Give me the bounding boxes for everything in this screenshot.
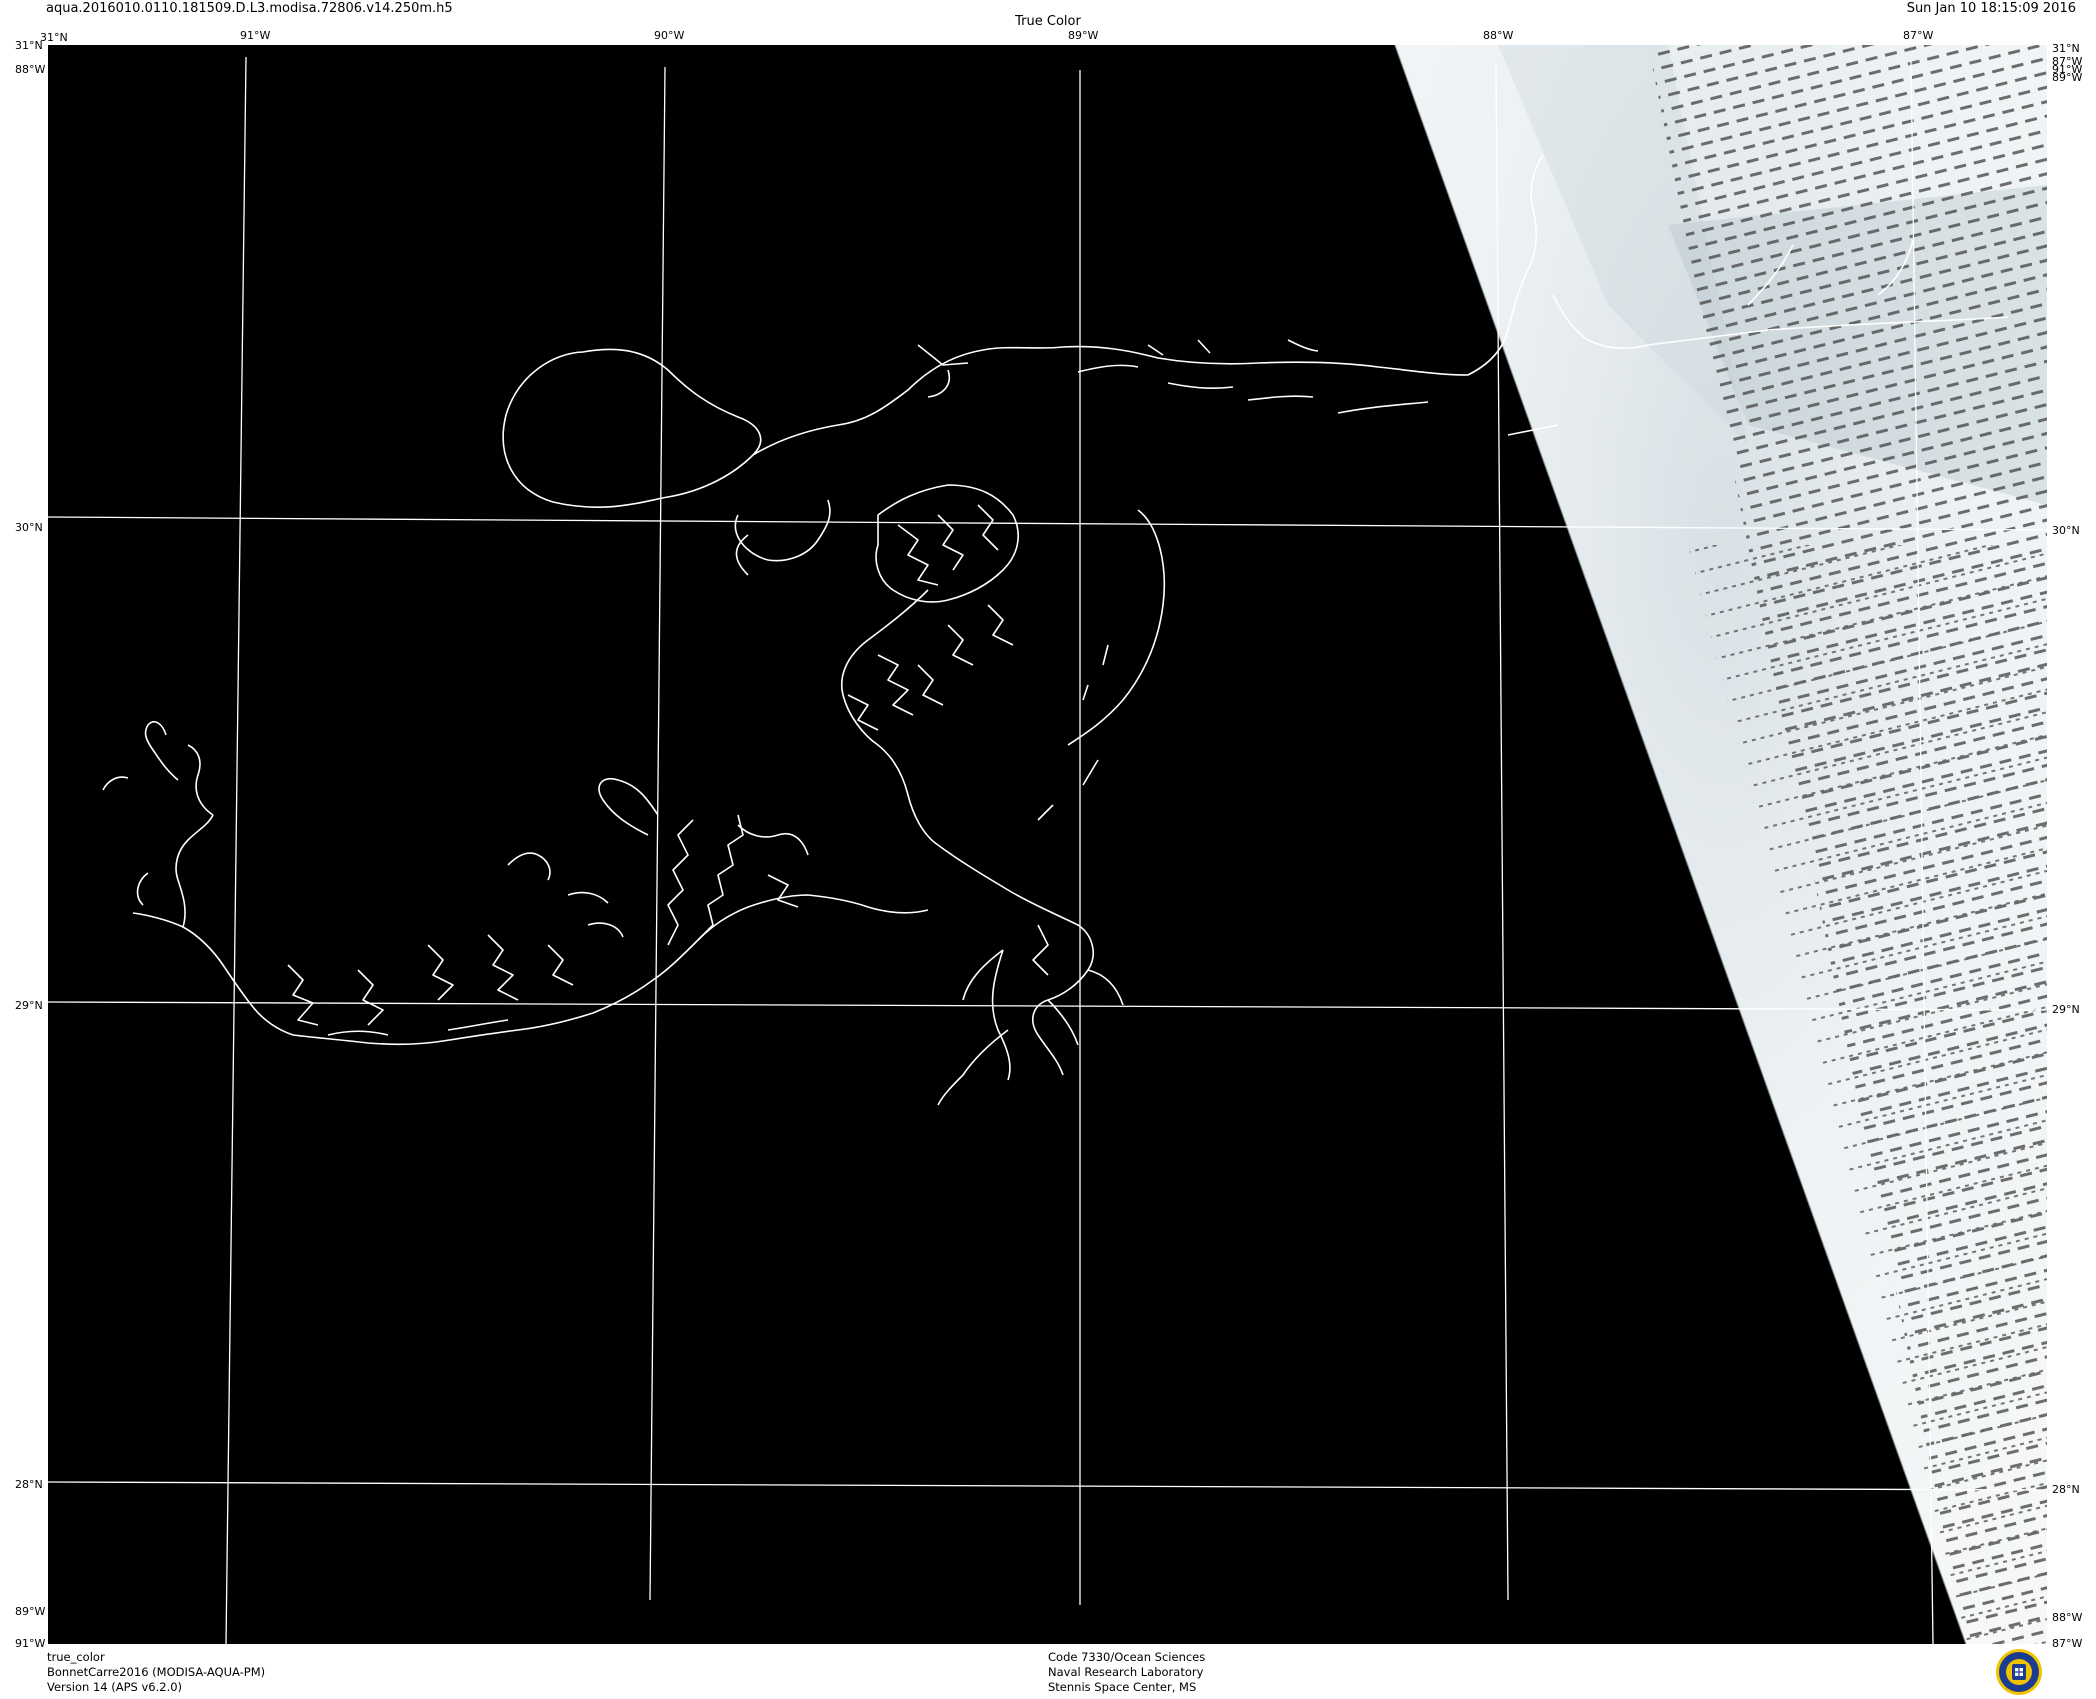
lon-line-90w xyxy=(649,66,666,1601)
cloud-swath xyxy=(1394,45,2047,1644)
tick-left-29n: 29°N xyxy=(15,999,43,1012)
nrl-seal-icon xyxy=(1996,1649,2042,1695)
tick-bottom-91w: 91°W xyxy=(15,1637,46,1650)
lon-line-91w xyxy=(225,56,247,1644)
tick-top-88w: 88°W xyxy=(1483,29,1514,42)
footer-product: true_color xyxy=(47,1650,105,1664)
footer-version: Version 14 (APS v6.2.0) xyxy=(47,1680,183,1694)
tick-top-lat-right: 31°N xyxy=(2052,42,2080,55)
footer-lab: Naval Research Laboratory xyxy=(1048,1665,1204,1679)
tick-left-30n: 30°N xyxy=(15,521,43,534)
tick-top-lat-left: 31°N xyxy=(40,31,68,44)
tick-right-89w: 89°W xyxy=(2052,71,2083,84)
footer-center: Code 7330/Ocean Sciences Naval Research … xyxy=(1048,1650,1205,1695)
product-title: True Color xyxy=(1015,14,1081,29)
footer-location: Stennis Space Center, MS xyxy=(1048,1680,1197,1694)
tick-left-88w: 88°W xyxy=(15,63,46,76)
tick-right-28n: 28°N xyxy=(2052,1483,2080,1496)
tick-top-89w: 89°W xyxy=(1068,29,1099,42)
tick-bottom-87w: 87°W xyxy=(2052,1637,2083,1650)
tick-top-90w: 90°W xyxy=(654,29,685,42)
tick-left-28n: 28°N xyxy=(15,1478,43,1491)
tick-right-29n: 29°N xyxy=(2052,1003,2080,1016)
tick-right-88w: 88°W xyxy=(2052,1611,2083,1624)
tick-left-top-corner: 31°N xyxy=(15,39,43,52)
tick-left-89w: 89°W xyxy=(15,1605,46,1618)
footer-scene: BonnetCarre2016 (MODISA-AQUA-PM) xyxy=(47,1665,266,1679)
footer-code: Code 7330/Ocean Sciences xyxy=(1048,1650,1206,1664)
footer-left: true_color BonnetCarre2016 (MODISA-AQUA-… xyxy=(47,1650,265,1695)
timestamp: Sun Jan 10 18:15:09 2016 xyxy=(1906,1,2076,16)
satellite-map[interactable] xyxy=(48,45,2047,1644)
lat-line-28n xyxy=(48,1481,2047,1491)
lake-pontchartrain xyxy=(502,348,762,508)
tick-top-87w: 87°W xyxy=(1903,29,1934,42)
tick-right-30n: 30°N xyxy=(2052,524,2080,537)
tick-top-91w: 91°W xyxy=(240,29,271,42)
